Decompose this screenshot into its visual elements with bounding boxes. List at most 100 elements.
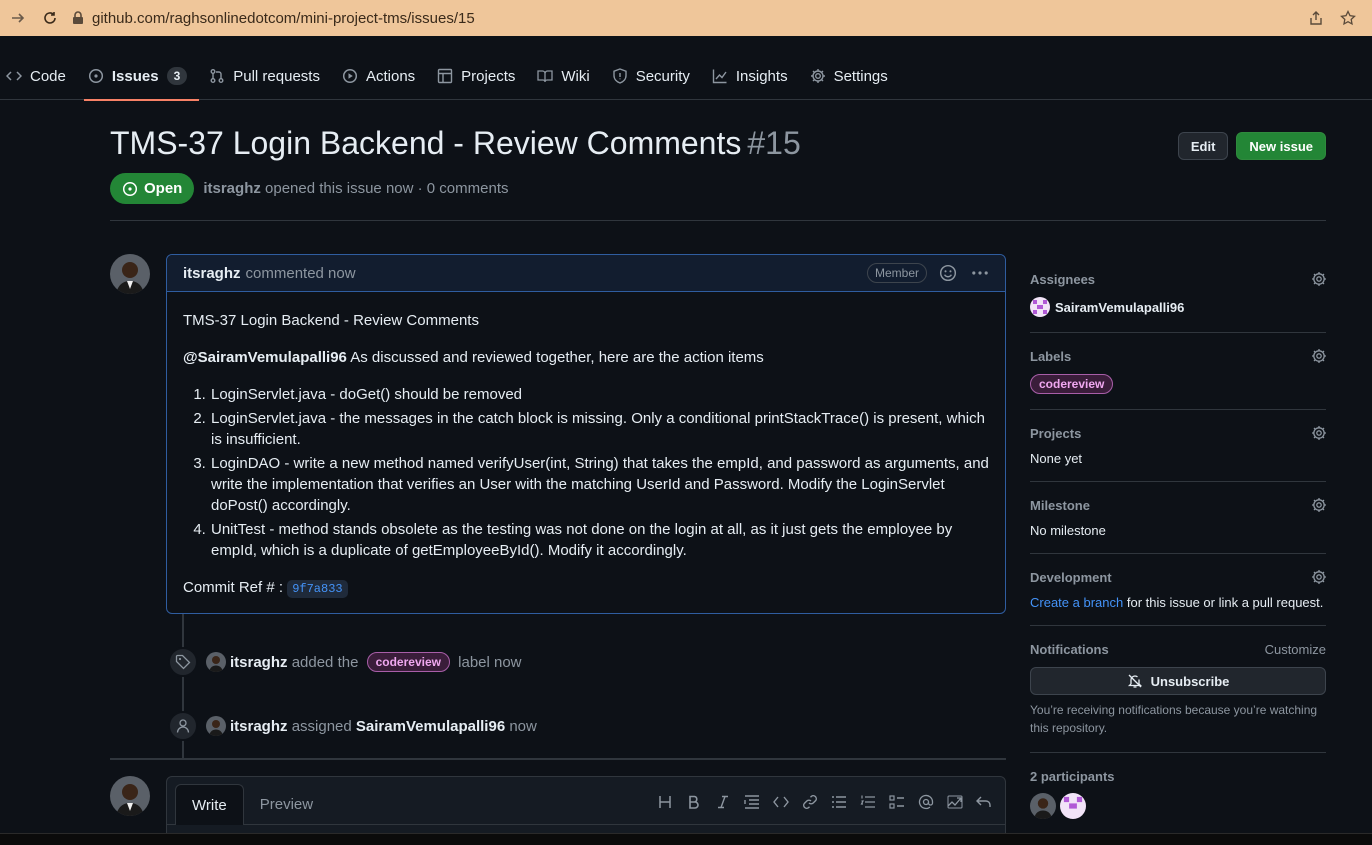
assignee-link[interactable]: SairamVemulapalli96: [356, 718, 505, 735]
gear-icon[interactable]: [1311, 569, 1327, 585]
share-icon[interactable]: [1308, 10, 1324, 26]
tab-label: Wiki: [561, 67, 590, 85]
gear-icon: [810, 69, 825, 83]
actor-link[interactable]: itsraghz: [230, 654, 288, 671]
unsubscribe-button[interactable]: Unsubscribe: [1030, 667, 1326, 695]
comment-author-link[interactable]: itsraghz: [183, 265, 241, 282]
kebab-menu-icon[interactable]: [971, 264, 989, 282]
timeline-assign-event: itsraghz assigned SairamVemulapalli96 no…: [168, 711, 537, 741]
sidebar-notifications: Notifications Customize Unsubscribe You’…: [1030, 626, 1326, 753]
role-badge: Member: [866, 263, 927, 283]
customize-link[interactable]: Customize: [1265, 642, 1326, 657]
lock-icon: [73, 11, 83, 24]
actor-link[interactable]: itsraghz: [230, 718, 288, 735]
edit-button[interactable]: Edit: [1177, 132, 1229, 160]
gear-icon[interactable]: [1311, 271, 1327, 287]
sidebar-development: Development Create a branch for this iss…: [1030, 554, 1326, 626]
list-item: LoginServlet.java - doGet() should be re…: [210, 384, 989, 405]
avatar[interactable]: [110, 254, 150, 294]
commit-ref: Commit Ref # : 9f7a833: [183, 577, 989, 600]
unordered-list-icon[interactable]: [829, 793, 848, 811]
forward-arrow-icon: [12, 13, 25, 23]
gear-icon[interactable]: [1311, 425, 1327, 441]
reference-icon[interactable]: [945, 793, 964, 811]
tab-label: Pull requests: [233, 67, 320, 85]
tab-label: Issues: [111, 67, 159, 85]
address-bar[interactable]: github.com/raghsonlinedotcom/mini-projec…: [72, 4, 1308, 32]
window-bottom-edge: [0, 833, 1372, 845]
status-label: Open: [144, 180, 183, 197]
create-branch-link[interactable]: Create a branch: [1030, 595, 1123, 610]
tag-icon: [175, 654, 191, 670]
play-icon: [342, 68, 358, 84]
write-tab[interactable]: Write: [175, 784, 244, 825]
user-avatar-icon: [206, 652, 226, 672]
italic-icon[interactable]: [713, 793, 732, 811]
sidebar-section-title: 2 participants: [1030, 768, 1115, 784]
bell-slash-icon: [1127, 674, 1142, 688]
bookmark-star-icon[interactable]: [1340, 10, 1356, 26]
development-text: Create a branch for this issue or link a…: [1030, 595, 1326, 610]
comment-header: itsraghz commented now Member: [167, 255, 1005, 292]
timeline-divider: [110, 758, 1006, 760]
tab-issues[interactable]: Issues 3: [83, 52, 200, 101]
assignee-name: SairamVemulapalli96: [1055, 299, 1185, 315]
mention-icon[interactable]: [916, 793, 935, 811]
gear-icon[interactable]: [1311, 348, 1327, 364]
label-pill[interactable]: codereview: [366, 652, 450, 672]
book-icon: [537, 70, 554, 83]
avatar[interactable]: [206, 716, 226, 736]
avatar[interactable]: [110, 776, 150, 816]
new-issue-button[interactable]: New issue: [1236, 132, 1326, 160]
tab-actions[interactable]: Actions: [338, 52, 427, 100]
issue-meta: Open itsraghz opened this issue now · 0 …: [110, 173, 509, 204]
task-list-icon[interactable]: [887, 793, 906, 811]
comment-intro-text: As discussed and reviewed together, here…: [346, 349, 764, 366]
tab-pull-requests[interactable]: Pull requests: [205, 52, 332, 100]
tab-projects[interactable]: Projects: [433, 52, 527, 100]
issue-author-link[interactable]: itsraghz: [203, 180, 261, 197]
comment-timestamp[interactable]: commented now: [246, 265, 356, 282]
tab-insights[interactable]: Insights: [708, 52, 800, 100]
sidebar-participants: 2 participants: [1030, 753, 1326, 834]
tab-code[interactable]: Code: [2, 52, 78, 100]
commit-sha-link[interactable]: 9f7a833: [287, 580, 348, 598]
preview-tab[interactable]: Preview: [244, 784, 329, 824]
quote-icon[interactable]: [742, 793, 761, 811]
assignee-item[interactable]: SairamVemulapalli96: [1030, 297, 1326, 317]
pull-request-icon: [210, 69, 224, 83]
projects-value: None yet: [1030, 451, 1083, 466]
avatar[interactable]: [1060, 793, 1086, 819]
ordered-list-icon[interactable]: [858, 793, 877, 811]
user-mention-link[interactable]: @SairamVemulapalli96: [183, 349, 347, 366]
timeline-label-event: itsraghz added the codereview label now: [168, 647, 522, 677]
reload-icon: [44, 12, 56, 24]
heading-icon[interactable]: [655, 793, 674, 811]
forward-button[interactable]: [4, 4, 32, 32]
label-pill[interactable]: codereview: [1030, 374, 1114, 394]
avatar[interactable]: [1030, 793, 1056, 819]
smiley-icon[interactable]: [939, 264, 957, 282]
sidebar-section-title: Milestone: [1030, 497, 1090, 513]
user-avatar-icon: [206, 716, 226, 736]
status-badge: Open: [110, 173, 195, 204]
code-icon[interactable]: [771, 793, 790, 811]
issue-title: TMS-37 Login Backend - Review Comments #1…: [110, 125, 801, 162]
link-icon[interactable]: [800, 793, 819, 811]
gear-icon[interactable]: [1311, 497, 1327, 513]
avatar[interactable]: [206, 652, 226, 672]
person-icon: [176, 719, 190, 733]
reload-button[interactable]: [36, 4, 64, 32]
tab-settings[interactable]: Settings: [806, 52, 900, 100]
tab-wiki[interactable]: Wiki: [533, 52, 601, 100]
event-suffix: label now: [458, 653, 522, 671]
bold-icon[interactable]: [684, 793, 703, 811]
url-text: github.com/raghsonlinedotcom/mini-projec…: [92, 9, 475, 27]
event-verb: added the: [291, 653, 359, 671]
tab-label: Code: [30, 67, 66, 85]
tab-security[interactable]: Security: [608, 52, 702, 100]
issue-open-icon: [122, 181, 138, 196]
commit-ref-label: Commit Ref # :: [183, 579, 288, 596]
avatar: [1030, 297, 1050, 317]
undo-icon[interactable]: [974, 793, 993, 811]
